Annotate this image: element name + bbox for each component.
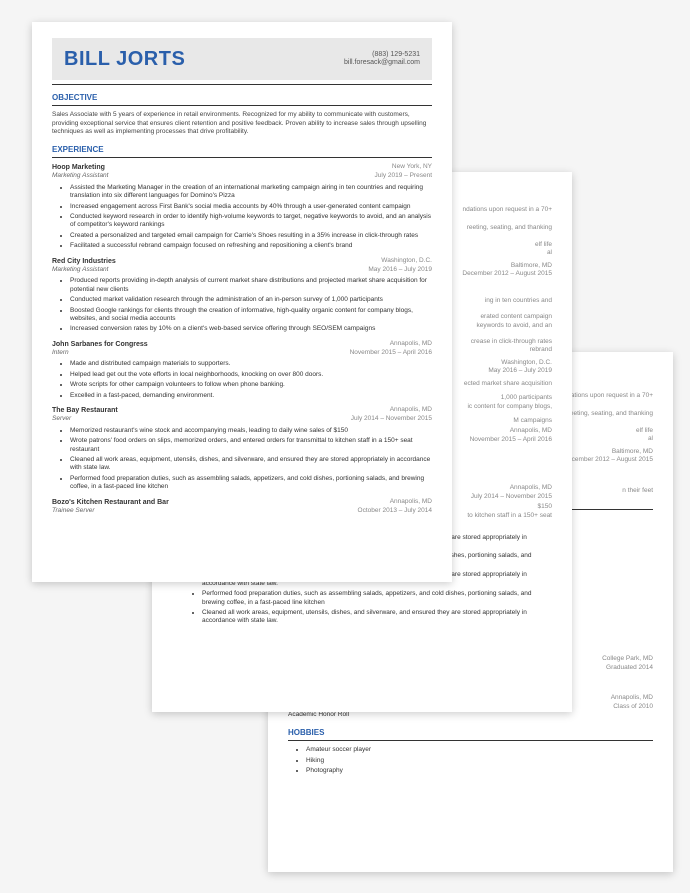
job-location: Annapolis, MD [390,340,432,349]
job-bullet: Wrote scripts for other campaign volunte… [70,381,432,389]
section-objective: OBJECTIVE [52,93,432,103]
job-title: Trainee Server [52,507,95,515]
job-company: John Sarbanes for Congress [52,340,148,349]
phone: (883) 129-5231 [344,51,420,59]
job-dates: July 2019 – Present [375,172,432,180]
job-bullet: Facilitated a successful rebrand campaig… [70,242,432,250]
job-entry: Red City Industries Washington, D.C. Mar… [52,257,432,334]
hs-honor: Academic Honor Roll [288,711,653,719]
person-name: BILL JORTS [64,46,185,72]
job-entry: Bozo's Kitchen Restaurant and Bar Annapo… [52,498,432,516]
job-bullet: Assisted the Marketing Manager in the cr… [70,184,432,201]
edu-location: College Park, MD [602,655,653,663]
job-bullet: Memorized restaurant's wine stock and ac… [70,427,432,435]
job-dates: November 2015 – April 2016 [350,349,432,357]
job-bullet: Performed food preparation duties, such … [70,475,432,492]
job-location: Washington, D.C. [381,257,432,266]
job-bullet: Conducted keyword research in order to i… [70,213,432,230]
edu-date: Graduated 2014 [606,664,653,672]
job-bullet: Cleaned all work areas, equipment, utens… [70,456,432,473]
job-bullet: Made and distributed campaign materials … [70,360,432,368]
job-location: New York, NY [392,163,432,172]
hobby: Amateur soccer player [306,746,653,754]
job-title: Intern [52,349,69,357]
job-company: The Bay Restaurant [52,406,118,415]
job-dates: July 2014 – November 2015 [351,415,432,423]
hobbies-list: Amateur soccer player Hiking Photography [288,746,653,775]
job-bullet: Wrote patrons' food orders on slips, mem… [70,437,432,454]
job-location: Annapolis, MD [390,406,432,415]
bullet: Cleaned all work areas, equipment, utens… [202,609,552,626]
job-bullet: Excelled in a fast-paced, demanding envi… [70,392,432,400]
resume-header: BILL JORTS (883) 129-5231 bill.foresack@… [52,38,432,80]
section-experience: EXPERIENCE [52,145,432,155]
resume-page-1: BILL JORTS (883) 129-5231 bill.foresack@… [32,22,452,582]
job-bullet: Increased engagement across First Bank's… [70,203,432,211]
job-company: Red City Industries [52,257,116,266]
job-bullet: Produced reports providing in-depth anal… [70,277,432,294]
hobby: Hiking [306,757,653,765]
job-bullet: Boosted Google rankings for clients thro… [70,307,432,324]
job-bullet: Helped lead get out the vote efforts in … [70,371,432,379]
job-company: Hoop Marketing [52,163,105,172]
job-bullet: Conducted market validation research thr… [70,296,432,304]
job-entry: The Bay Restaurant Annapolis, MD Server … [52,406,432,492]
job-dates: October 2013 – July 2014 [358,507,432,515]
job-entry: Hoop Marketing New York, NY Marketing As… [52,163,432,251]
job-bullet: Increased conversion rates by 10% on a c… [70,325,432,333]
hs-loc: Annapolis, MD [611,694,653,702]
job-bullet: Created a personalized and targeted emai… [70,232,432,240]
objective-text: Sales Associate with 5 years of experien… [52,111,432,136]
job-location: Annapolis, MD [390,498,432,507]
bullet: Performed food preparation duties, such … [202,590,552,607]
job-title: Marketing Assistant [52,172,108,180]
job-dates: May 2016 – July 2019 [368,266,432,274]
hs-date: Class of 2010 [613,703,653,711]
hobby: Photography [306,767,653,775]
section-hobbies: HOBBIES [288,728,653,738]
job-entry: John Sarbanes for Congress Annapolis, MD… [52,340,432,400]
job-company: Bozo's Kitchen Restaurant and Bar [52,498,169,507]
job-title: Marketing Assistant [52,266,108,274]
email: bill.foresack@gmail.com [344,59,420,67]
job-title: Server [52,415,71,423]
contact-block: (883) 129-5231 bill.foresack@gmail.com [344,51,420,68]
